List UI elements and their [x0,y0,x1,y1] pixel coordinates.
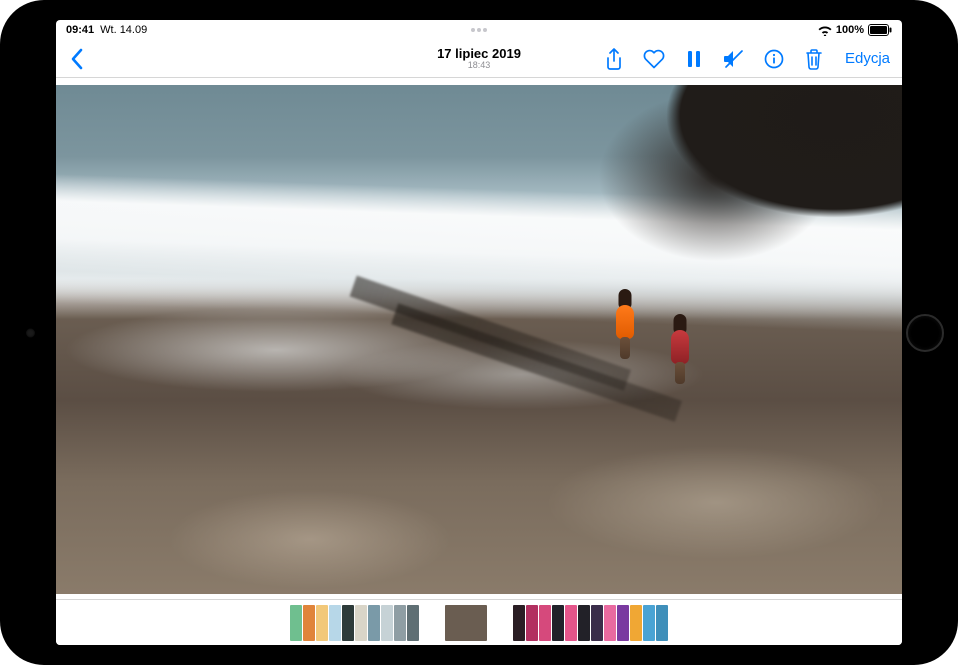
thumbnail[interactable] [565,605,577,641]
photo-date: 17 lipiec 2019 [437,46,521,60]
thumbnail[interactable] [526,605,538,641]
battery-icon [868,24,892,36]
favorite-button[interactable] [641,44,667,74]
share-button[interactable] [601,44,627,74]
multitasking-dots[interactable] [471,28,487,32]
thumbnail[interactable] [656,605,668,641]
photo-time: 18:43 [437,61,521,71]
thumbnail[interactable] [394,605,406,641]
back-button[interactable] [64,44,90,74]
status-date: Wt. 14.09 [100,24,147,36]
thumbnail[interactable] [578,605,590,641]
mute-button[interactable] [721,44,747,74]
photo-viewer[interactable] [56,78,902,599]
wifi-icon [818,25,832,36]
info-button[interactable] [761,44,787,74]
edit-button[interactable]: Edycja [841,50,894,67]
thumbnail[interactable] [329,605,341,641]
home-button[interactable] [906,314,944,352]
front-camera [26,328,35,337]
photo-figure [665,314,695,386]
battery-percent: 100% [836,24,864,36]
screen: 09:41 Wt. 14.09 100% [56,20,902,645]
thumbnail[interactable] [290,605,302,641]
thumbnail[interactable] [643,605,655,641]
delete-button[interactable] [801,44,827,74]
thumbnail[interactable] [604,605,616,641]
photo-figure [610,289,640,361]
thumbnail[interactable] [513,605,525,641]
thumbnail[interactable] [539,605,551,641]
thumbnail[interactable] [381,605,393,641]
thumbnail[interactable] [342,605,354,641]
thumbnail[interactable] [316,605,328,641]
status-bar: 09:41 Wt. 14.09 100% [56,20,902,40]
pause-button[interactable] [681,44,707,74]
ipad-device-frame: 09:41 Wt. 14.09 100% [0,0,958,665]
thumbnail[interactable] [407,605,419,641]
thumbnail-strip[interactable] [56,599,902,645]
thumbnail[interactable] [630,605,642,641]
thumbnail-current[interactable] [445,605,487,641]
thumbnail[interactable] [368,605,380,641]
nav-title: 17 lipiec 2019 18:43 [437,46,521,70]
thumbnail[interactable] [355,605,367,641]
nav-bar: 17 lipiec 2019 18:43 [56,40,902,78]
thumbnail[interactable] [303,605,315,641]
thumbnail[interactable] [591,605,603,641]
photo-content [56,85,902,594]
thumbnail[interactable] [617,605,629,641]
status-time: 09:41 [66,24,94,36]
thumbnail[interactable] [552,605,564,641]
